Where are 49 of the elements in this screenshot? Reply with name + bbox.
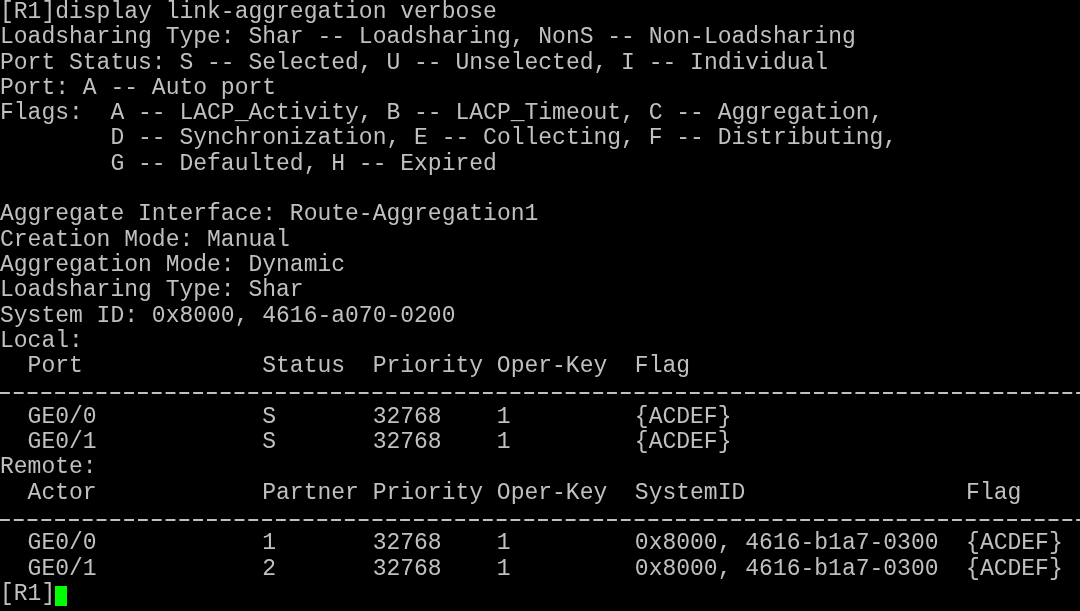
table-cell-text: 1: [496, 531, 512, 557]
table-cell-text: S: [262, 430, 278, 456]
table-cell-text: 2: [262, 556, 278, 582]
table-cell-text: 1: [496, 430, 512, 456]
output-line: Port Status: S -- Selected, U -- Unselected, I -- Individual: [0, 49, 829, 76]
output-line: Loadsharing Type: Shar: [0, 277, 304, 304]
table-cell-text: 32768: [372, 430, 443, 456]
output-line: G -- Defaulted, H -- Expired: [109, 150, 497, 177]
output-line: Port: A -- Auto port: [0, 74, 277, 101]
table-cell: {ACDEF}: [966, 531, 1063, 557]
output-line: Loadsharing Type: Shar -- Loadsharing, NonS -- Non-Loadsharing: [0, 24, 856, 51]
column-header: Priority: [372, 480, 485, 506]
output-line: Creation Mode: Manual: [0, 226, 290, 253]
column-header: Actor: [27, 480, 98, 506]
column-header: Priority: [372, 354, 485, 380]
table-cell-text: S: [262, 404, 278, 431]
column-header: Status: [262, 354, 347, 380]
column-header: Flag: [966, 480, 1022, 506]
output-line: Local:: [0, 327, 83, 354]
table-cell-text: 32768: [372, 531, 443, 557]
column-header: Oper-Key: [496, 480, 609, 506]
column-header: Port: [27, 354, 84, 380]
output-line: Remote:: [0, 454, 97, 481]
text-cursor: [55, 585, 68, 606]
table-cell-text: GE0/0: [27, 531, 98, 557]
table-cell-text: GE0/1: [27, 556, 98, 582]
table-cell-text: GE0/0: [27, 404, 98, 430]
output-line: Aggregation Mode: Dynamic: [0, 251, 346, 278]
output-line: D -- Synchronization, E -- Collecting, F -- Distributing,: [109, 125, 898, 152]
table-cell-text: 1: [496, 404, 512, 431]
table-cell-text: 32768: [372, 556, 443, 582]
output-line: [R1]display link-aggregation verbose: [0, 0, 497, 25]
column-header: Oper-Key: [496, 354, 609, 380]
column-header: Partner: [262, 480, 360, 506]
column-header: Flag: [634, 354, 691, 380]
table-cell-text: GE0/1: [27, 430, 98, 456]
table-cell-text: {ACDEF}: [634, 404, 732, 430]
output-line: Flags: A -- LACP_Activity, B -- LACP_Timeout, C -- Aggregation,: [0, 100, 884, 127]
table-cell-text: 32768: [372, 404, 443, 431]
output-line: System ID: 0x8000, 4616-a070-0200: [0, 302, 456, 329]
table-cell-text: 0x8000, 4616-b1a7-0300: [634, 531, 940, 557]
table-cell: {ACDEF}: [634, 430, 732, 456]
table-cell-text: 0x8000, 4616-b1a7-0300: [634, 556, 940, 582]
table-cell-text: 1: [262, 531, 278, 557]
table-cell-text: 1: [496, 556, 512, 582]
column-header: SystemID: [634, 480, 747, 506]
command-prompt: [R1]: [0, 580, 56, 607]
table-cell: {ACDEF}: [966, 556, 1063, 582]
output-line: Aggregate Interface: Route-Aggregation1: [0, 201, 539, 228]
